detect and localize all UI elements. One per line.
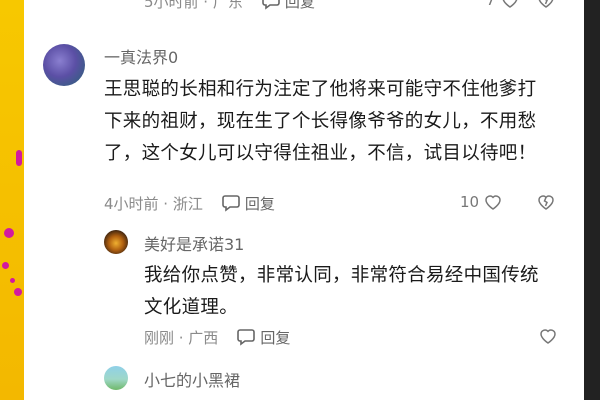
comment-bubble-icon [261, 0, 285, 11]
reply-button[interactable]: 回复 [236, 327, 290, 348]
avatar[interactable] [104, 366, 128, 390]
top-dislike[interactable] [536, 0, 556, 10]
heart-icon[interactable] [500, 0, 520, 10]
heart-icon[interactable] [538, 326, 558, 346]
avatar[interactable] [104, 230, 128, 254]
broken-heart-icon[interactable] [536, 192, 556, 212]
comment-meta: 4小时前 · 浙江 回复 [104, 192, 275, 214]
like-area[interactable] [538, 326, 558, 346]
reply-label: 回复 [244, 194, 275, 213]
comment-username[interactable]: 一真法界0 [104, 44, 178, 68]
reply-username[interactable]: 小七的小黑裙 [144, 367, 240, 391]
like-count: 10 [460, 193, 480, 211]
reply-label: 回复 [260, 328, 291, 347]
right-edge [584, 0, 600, 400]
heart-icon[interactable] [483, 192, 503, 212]
decor-dot [16, 150, 22, 166]
top-comment-meta: 5小时前 · 广东 回复 [144, 0, 315, 12]
comment-bubble-icon [221, 193, 245, 213]
reply-button[interactable]: 回复 [261, 0, 315, 12]
comment-bubble-icon [236, 327, 260, 347]
dislike-area[interactable] [536, 192, 556, 212]
decor-dot [4, 228, 14, 238]
broken-heart-icon[interactable] [536, 0, 556, 10]
reply-time: 刚刚 · 广西 [144, 328, 219, 347]
top-like-area[interactable]: 7 [486, 0, 520, 10]
avatar[interactable] [43, 44, 85, 86]
comment-text: 王思聪的长相和行为注定了他将来可能守不住他爹打下来的祖财，现在生了个长得像爷爷的… [104, 79, 537, 164]
comment-panel: 5小时前 · 广东 回复 7 一真法界0 王思聪的长相和行为注定了他将来可能守不… [24, 0, 584, 400]
comment-time: 5小时前 · 广东 [144, 0, 243, 11]
reply-button[interactable]: 回复 [221, 193, 275, 214]
like-area[interactable]: 10 [460, 192, 503, 212]
like-count: 7 [486, 0, 496, 9]
comment-time: 4小时前 · 浙江 [104, 194, 203, 213]
reply-label: 回复 [284, 0, 315, 11]
reply-username[interactable]: 美好是承诺31 [144, 231, 244, 255]
decor-dot [10, 278, 15, 283]
decor-dot [2, 262, 9, 269]
decor-dot [14, 288, 22, 296]
reply-text: 我给你点赞，非常认同，非常符合易经中国传统文化道理。 [144, 265, 539, 318]
reply-meta: 刚刚 · 广西 回复 [144, 326, 290, 348]
left-background [0, 0, 24, 400]
